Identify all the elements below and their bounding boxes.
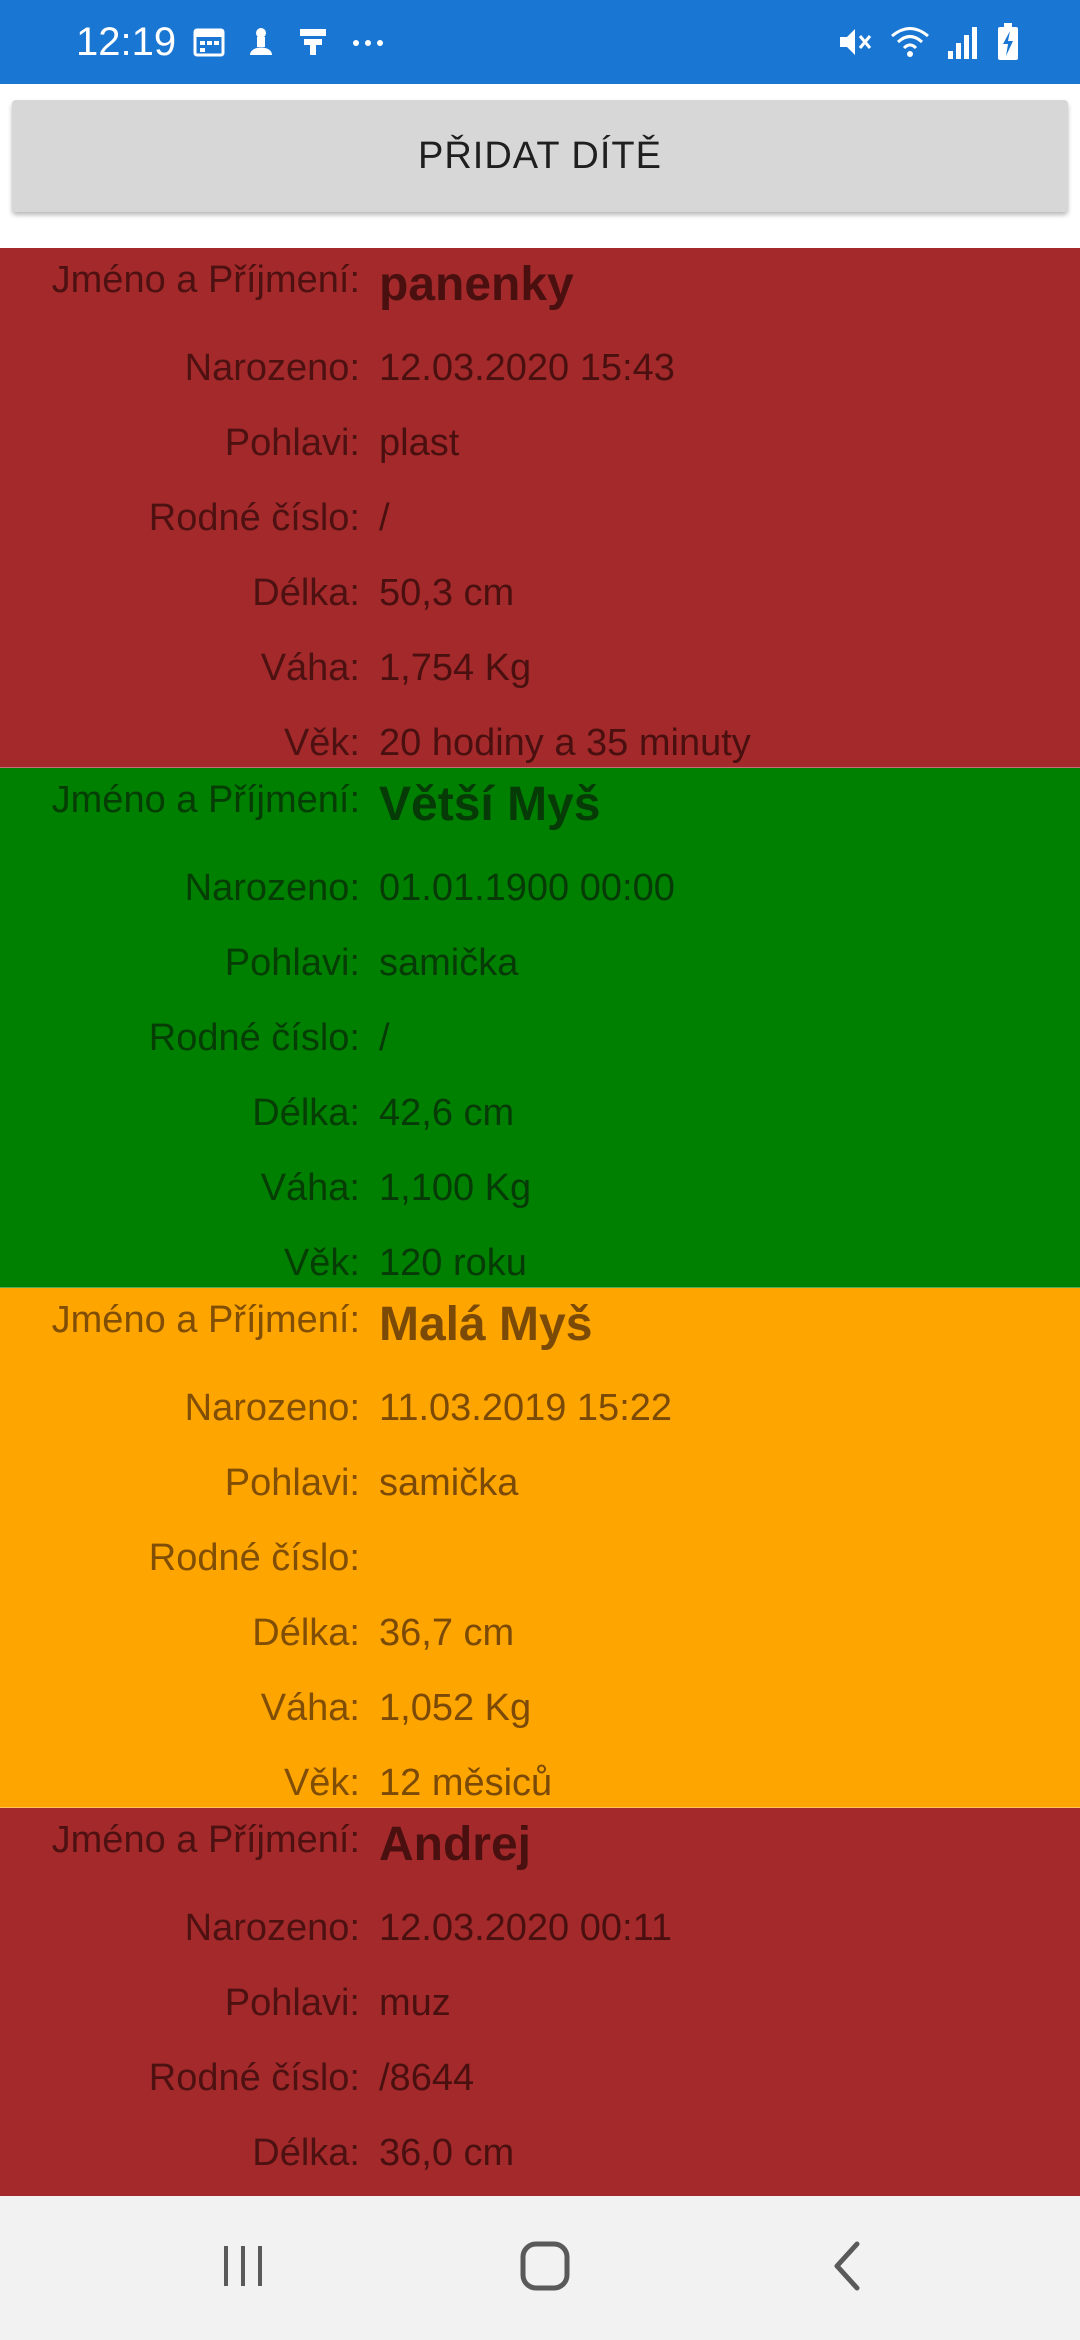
length-row: Délka: 36,7 cm <box>0 1597 1080 1672</box>
sex-label: Pohlavi: <box>224 1982 360 2024</box>
length-label: Délka: <box>252 2132 360 2174</box>
birth-number-row: Rodné číslo: <box>0 1522 1080 1597</box>
sex-row: Pohlavi: samička <box>0 927 1080 1002</box>
navigation-bar <box>0 2196 1080 2340</box>
length-row: Délka: 42,6 cm <box>0 1077 1080 1152</box>
birth-number-row: Rodné číslo: / <box>0 482 1080 557</box>
birth-number-row: Rodné číslo: / <box>0 1002 1080 1077</box>
weight-row: Váha: 1,100 Kg <box>0 1152 1080 1227</box>
child-card[interactable]: Jméno a Příjmení: Andrej Narozeno: 12.03.2… <box>0 1808 1080 2196</box>
born-value: 01.01.1900 00:00 <box>379 867 675 909</box>
child-card[interactable]: Jméno a Příjmení: Malá Myš Narozeno: 11.03… <box>0 1288 1080 1808</box>
length-value: 42,6 cm <box>379 1092 515 1134</box>
born-row: Narozeno: 12.03.2020 15:43 <box>0 332 1080 407</box>
sex-row: Pohlavi: muz <box>0 1967 1080 2042</box>
sex-label: Pohlavi: <box>224 942 360 984</box>
length-row: Délka: 36,0 cm <box>0 2117 1080 2192</box>
born-label: Narozeno: <box>184 1907 360 1949</box>
app-notification-icon <box>244 25 278 59</box>
child-card[interactable]: Jméno a Příjmení: Větší Myš Narozeno: 01.0… <box>0 768 1080 1288</box>
birth-number-label: Rodné číslo: <box>148 1537 360 1579</box>
cast-icon <box>296 25 330 59</box>
mute-icon <box>836 23 874 61</box>
weight-row: Váha: 1,754 Kg <box>0 632 1080 707</box>
name-row: Jméno a Příjmení: Andrej <box>0 1808 1080 1892</box>
born-row: Narozeno: 11.03.2019 15:22 <box>0 1372 1080 1447</box>
child-name: Malá Myš <box>379 1298 593 1351</box>
status-bar: 12:19 <box>0 0 1080 84</box>
born-value: 12.03.2020 15:43 <box>379 347 675 389</box>
length-value: 36,7 cm <box>379 1612 515 1654</box>
child-name: panenky <box>379 258 574 311</box>
length-value: 36,0 cm <box>379 2132 515 2174</box>
name-label: Jméno a Příjmení: <box>51 1299 360 1341</box>
sex-value: samička <box>379 1462 519 1504</box>
wifi-icon <box>890 23 930 61</box>
calendar-icon <box>192 25 226 59</box>
weight-label: Váha: <box>260 1687 360 1729</box>
born-value: 12.03.2020 00:11 <box>379 1907 673 1949</box>
name-row: Jméno a Příjmení: panenky <box>0 248 1080 332</box>
age-label: Věk: <box>283 722 360 764</box>
birth-number-value: / <box>379 497 390 539</box>
children-list[interactable]: Jméno a Příjmení: panenky Narozeno: 12.03.… <box>0 248 1080 2196</box>
birth-number-row: Rodné číslo: /8644 <box>0 2042 1080 2117</box>
status-time: 12:19 <box>76 20 177 64</box>
sex-row: Pohlavi: samička <box>0 1447 1080 1522</box>
home-icon <box>519 2240 571 2297</box>
weight-value: 1,100 Kg <box>379 1167 532 1209</box>
length-value: 50,3 cm <box>379 572 515 614</box>
name-label: Jméno a Příjmení: <box>51 1819 360 1861</box>
birth-number-label: Rodné číslo: <box>148 2057 360 2099</box>
age-value: 120 roku <box>379 1242 527 1284</box>
age-label: Věk: <box>283 1242 360 1284</box>
child-name: Větší Myš <box>379 778 601 831</box>
more-notifications-icon <box>348 25 388 59</box>
name-label: Jméno a Příjmení: <box>51 259 360 301</box>
sex-row: Pohlavi: plast <box>0 407 1080 482</box>
age-label: Věk: <box>283 1762 360 1804</box>
name-row: Jméno a Příjmení: Větší Myš <box>0 768 1080 852</box>
home-button[interactable] <box>500 2238 590 2298</box>
weight-label: Váha: <box>260 1167 360 1209</box>
recent-apps-icon <box>218 2242 268 2295</box>
sex-value: plast <box>379 422 460 464</box>
length-row: Délka: 50,3 cm <box>0 557 1080 632</box>
status-icons-left <box>192 22 388 62</box>
length-label: Délka: <box>252 572 360 614</box>
weight-row: Váha: 1,052 Kg <box>0 1672 1080 1747</box>
length-label: Délka: <box>252 1092 360 1134</box>
weight-value: 1,052 Kg <box>379 1687 532 1729</box>
child-card[interactable]: Jméno a Příjmení: panenky Narozeno: 12.03.… <box>0 248 1080 768</box>
back-icon <box>827 2240 867 2297</box>
weight-label: Váha: <box>260 647 360 689</box>
length-label: Délka: <box>252 1612 360 1654</box>
born-label: Narozeno: <box>184 867 360 909</box>
born-label: Narozeno: <box>184 347 360 389</box>
birth-number-value: / <box>379 1017 390 1059</box>
add-child-button[interactable]: PŘIDAT DÍTĚ <box>12 100 1068 212</box>
name-label: Jméno a Příjmení: <box>51 779 360 821</box>
born-row: Narozeno: 12.03.2020 00:11 <box>0 1892 1080 1967</box>
recent-apps-button[interactable] <box>198 2238 288 2298</box>
name-row: Jméno a Příjmení: Malá Myš <box>0 1288 1080 1372</box>
sex-label: Pohlavi: <box>224 422 360 464</box>
status-icons-right <box>836 20 1020 64</box>
birth-number-label: Rodné číslo: <box>148 1017 360 1059</box>
age-value: 20 hodiny a 35 minuty <box>379 722 751 764</box>
birth-number-label: Rodné číslo: <box>148 497 360 539</box>
born-row: Narozeno: 01.01.1900 00:00 <box>0 852 1080 927</box>
born-value: 11.03.2019 15:22 <box>379 1387 673 1429</box>
child-name: Andrej <box>379 1818 532 1871</box>
sex-value: muz <box>379 1982 451 2024</box>
age-value: 12 měsiců <box>379 1762 553 1804</box>
weight-value: 1,754 Kg <box>379 647 532 689</box>
battery-charging-icon <box>996 22 1020 62</box>
sex-label: Pohlavi: <box>224 1462 360 1504</box>
birth-number-value: /8644 <box>379 2057 475 2099</box>
sex-value: samička <box>379 942 519 984</box>
born-label: Narozeno: <box>184 1387 360 1429</box>
back-button[interactable] <box>802 2238 892 2298</box>
signal-icon <box>946 23 980 61</box>
